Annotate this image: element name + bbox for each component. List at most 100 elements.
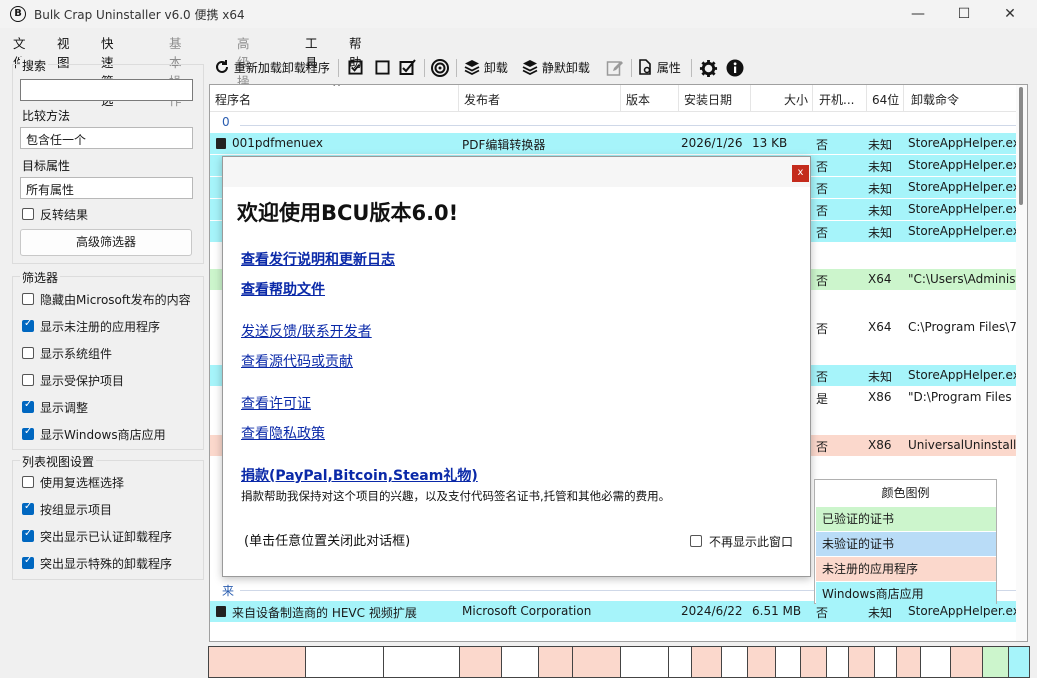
info-icon[interactable] — [726, 59, 744, 77]
treemap-block[interactable] — [921, 647, 951, 677]
welcome-dialog[interactable]: x 欢迎使用BCU版本6.0! 查看发行说明和更新日志 查看帮助文件 发送反馈/… — [222, 156, 811, 577]
feedback-link[interactable]: 发送反馈/联系开发者 — [241, 321, 372, 341]
release-notes-link[interactable]: 查看发行说明和更新日志 — [241, 249, 395, 269]
treemap-block[interactable] — [692, 647, 722, 677]
cell-startup: 否 — [816, 204, 829, 218]
window-title: Bulk Crap Uninstaller v6.0 便携 x64 — [34, 8, 245, 22]
treemap-block[interactable] — [621, 647, 669, 677]
group-header-0: 0 — [222, 115, 230, 129]
chevron-down-icon: ⌄ — [26, 180, 35, 191]
column-name[interactable]: 程序名 — [215, 91, 251, 108]
cell-startup: 否 — [816, 274, 829, 288]
toolbar: 重新加载卸载程序 卸载 静默卸载 属性 — [210, 56, 1030, 80]
column-uninstall-command[interactable]: 卸载命令 — [911, 91, 959, 108]
treemap-block[interactable] — [722, 647, 748, 677]
legend-store-app: Windows商店应用 — [816, 582, 996, 606]
toolbar-separator — [338, 59, 339, 77]
properties-button[interactable]: 属性 — [637, 56, 681, 80]
column-install-date[interactable]: 安装日期 — [684, 91, 732, 108]
treemap-block[interactable] — [306, 647, 384, 677]
dont-show-label[interactable]: 不再显示此窗口 — [709, 533, 793, 550]
close-window-button[interactable]: ✕ — [987, 0, 1033, 28]
cell-cmd: C:\Program Files\7 — [908, 320, 1016, 334]
app-bag-icon — [216, 138, 226, 149]
compare-method-label: 比较方法 — [22, 109, 71, 123]
treemap-block[interactable] — [384, 647, 460, 677]
column-64bit[interactable]: 64位 — [872, 91, 899, 108]
listview-label-3: 突出显示特殊的卸载程序 — [40, 557, 173, 571]
close-hint: (单击任意位置关闭此对话框) — [244, 534, 411, 549]
table-row[interactable]: 001pdfmenuex PDF编辑转换器 2026/1/26 13 KB 否 未知 Sto… — [210, 133, 1017, 154]
treemap-block[interactable] — [951, 647, 983, 677]
target-icon[interactable] — [431, 59, 449, 77]
toolbar-separator — [631, 59, 632, 77]
treemap-block[interactable] — [776, 647, 801, 677]
treemap-block[interactable] — [460, 647, 502, 677]
dialog-heading: 欢迎使用BCU版本6.0! — [237, 201, 459, 225]
cell-publisher: PDF编辑转换器 — [462, 138, 546, 152]
treemap-block[interactable] — [875, 647, 897, 677]
treemap-block[interactable] — [897, 647, 921, 677]
cell-cmd: "D:\Program Files — [908, 390, 1012, 404]
legend-verified: 已验证的证书 — [816, 507, 996, 531]
cell-cmd: StoreAppHelper.exe — [908, 202, 1016, 216]
minimize-button[interactable]: — — [895, 0, 941, 28]
cell-bits: 未知 — [868, 138, 893, 152]
checkbox-checked — [22, 426, 34, 440]
filter-label-5: 显示Windows商店应用 — [40, 428, 166, 442]
privacy-policy-link[interactable]: 查看隐私政策 — [241, 423, 325, 443]
column-size[interactable]: 大小 — [784, 91, 808, 108]
quiet-uninstall-button[interactable]: 静默卸载 — [522, 56, 590, 80]
treemap-block[interactable] — [1009, 647, 1029, 677]
select-none-icon[interactable] — [375, 60, 390, 75]
legend-title: 颜色图例 — [881, 486, 930, 500]
treemap-block[interactable] — [209, 647, 306, 677]
filter-label-3: 显示受保护项目 — [40, 374, 125, 388]
treemap-block[interactable] — [748, 647, 776, 677]
uninstall-button[interactable]: 卸载 — [464, 56, 508, 80]
compare-method-select[interactable]: 包含任一个 ⌄ — [20, 127, 193, 149]
treemap-block[interactable] — [573, 647, 621, 677]
column-publisher[interactable]: 发布者 — [464, 91, 500, 108]
scrollbar-thumb[interactable] — [1019, 87, 1023, 205]
cell-startup: 否 — [816, 160, 829, 174]
gear-icon[interactable] — [699, 59, 718, 78]
target-property-select[interactable]: 所有属性 ⌄ — [20, 177, 193, 199]
listview-label-1: 按组显示项目 — [40, 503, 113, 517]
help-file-link[interactable]: 查看帮助文件 — [241, 279, 325, 299]
cell-startup: 否 — [816, 226, 829, 240]
treemap-block[interactable] — [983, 647, 1009, 677]
maximize-button[interactable]: ☐ — [941, 0, 987, 28]
invert-selection-icon[interactable] — [399, 58, 418, 77]
reload-button[interactable]: 重新加载卸载程序 — [214, 56, 330, 80]
column-version[interactable]: 版本 — [626, 91, 650, 108]
treemap-block[interactable] — [801, 647, 827, 677]
toolbar-separator — [691, 59, 692, 77]
checkbox-checked — [22, 318, 34, 332]
filter-label-2: 显示系统组件 — [40, 347, 113, 361]
edit-icon[interactable] — [606, 59, 624, 77]
column-startup[interactable]: 开机... — [819, 91, 854, 108]
treemap-block[interactable] — [539, 647, 573, 677]
treemap-block[interactable] — [502, 647, 539, 677]
select-all-icon[interactable] — [348, 60, 363, 75]
cell-cmd: StoreAppHelper.exe — [908, 158, 1016, 172]
license-link[interactable]: 查看许可证 — [241, 393, 311, 413]
donate-link[interactable]: 捐款(PayPal,Bitcoin,Steam礼物) — [241, 465, 478, 485]
dont-show-checkbox[interactable] — [690, 535, 702, 547]
dialog-title-strip — [223, 157, 810, 187]
legend-unverified: 未验证的证书 — [816, 532, 996, 556]
checkbox-checked — [22, 399, 34, 413]
size-treemap[interactable] — [208, 646, 1030, 678]
treemap-block[interactable] — [669, 647, 692, 677]
dialog-close-button[interactable]: x — [792, 165, 809, 182]
cell-date: 2026/1/26 — [681, 136, 743, 150]
source-code-link[interactable]: 查看源代码或贡献 — [241, 351, 353, 371]
search-input[interactable] — [20, 79, 193, 101]
advanced-filter-button[interactable]: 高级筛选器 — [20, 229, 192, 256]
filter-label-4: 显示调整 — [40, 401, 89, 415]
treemap-block[interactable] — [849, 647, 875, 677]
treemap-block[interactable] — [827, 647, 849, 677]
vertical-scrollbar[interactable] — [1016, 85, 1027, 641]
checkbox-unchecked — [22, 347, 34, 359]
